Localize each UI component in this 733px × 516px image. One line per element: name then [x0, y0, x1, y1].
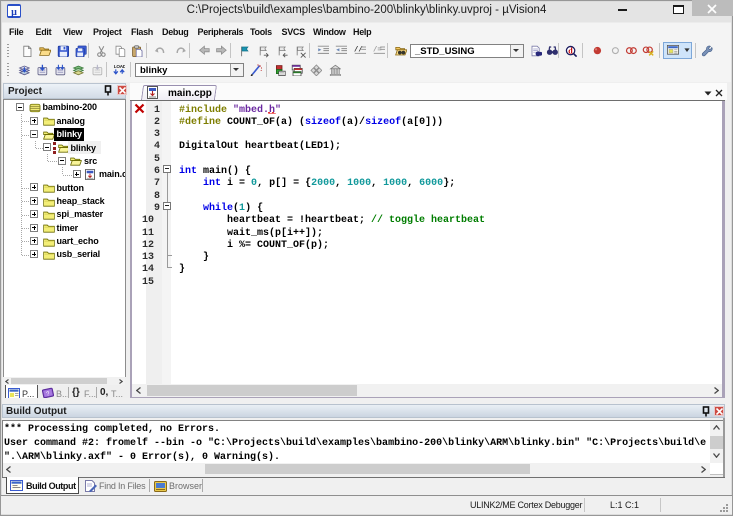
svg-text:LOAD: LOAD — [113, 64, 125, 69]
svg-text:d: d — [568, 46, 573, 55]
